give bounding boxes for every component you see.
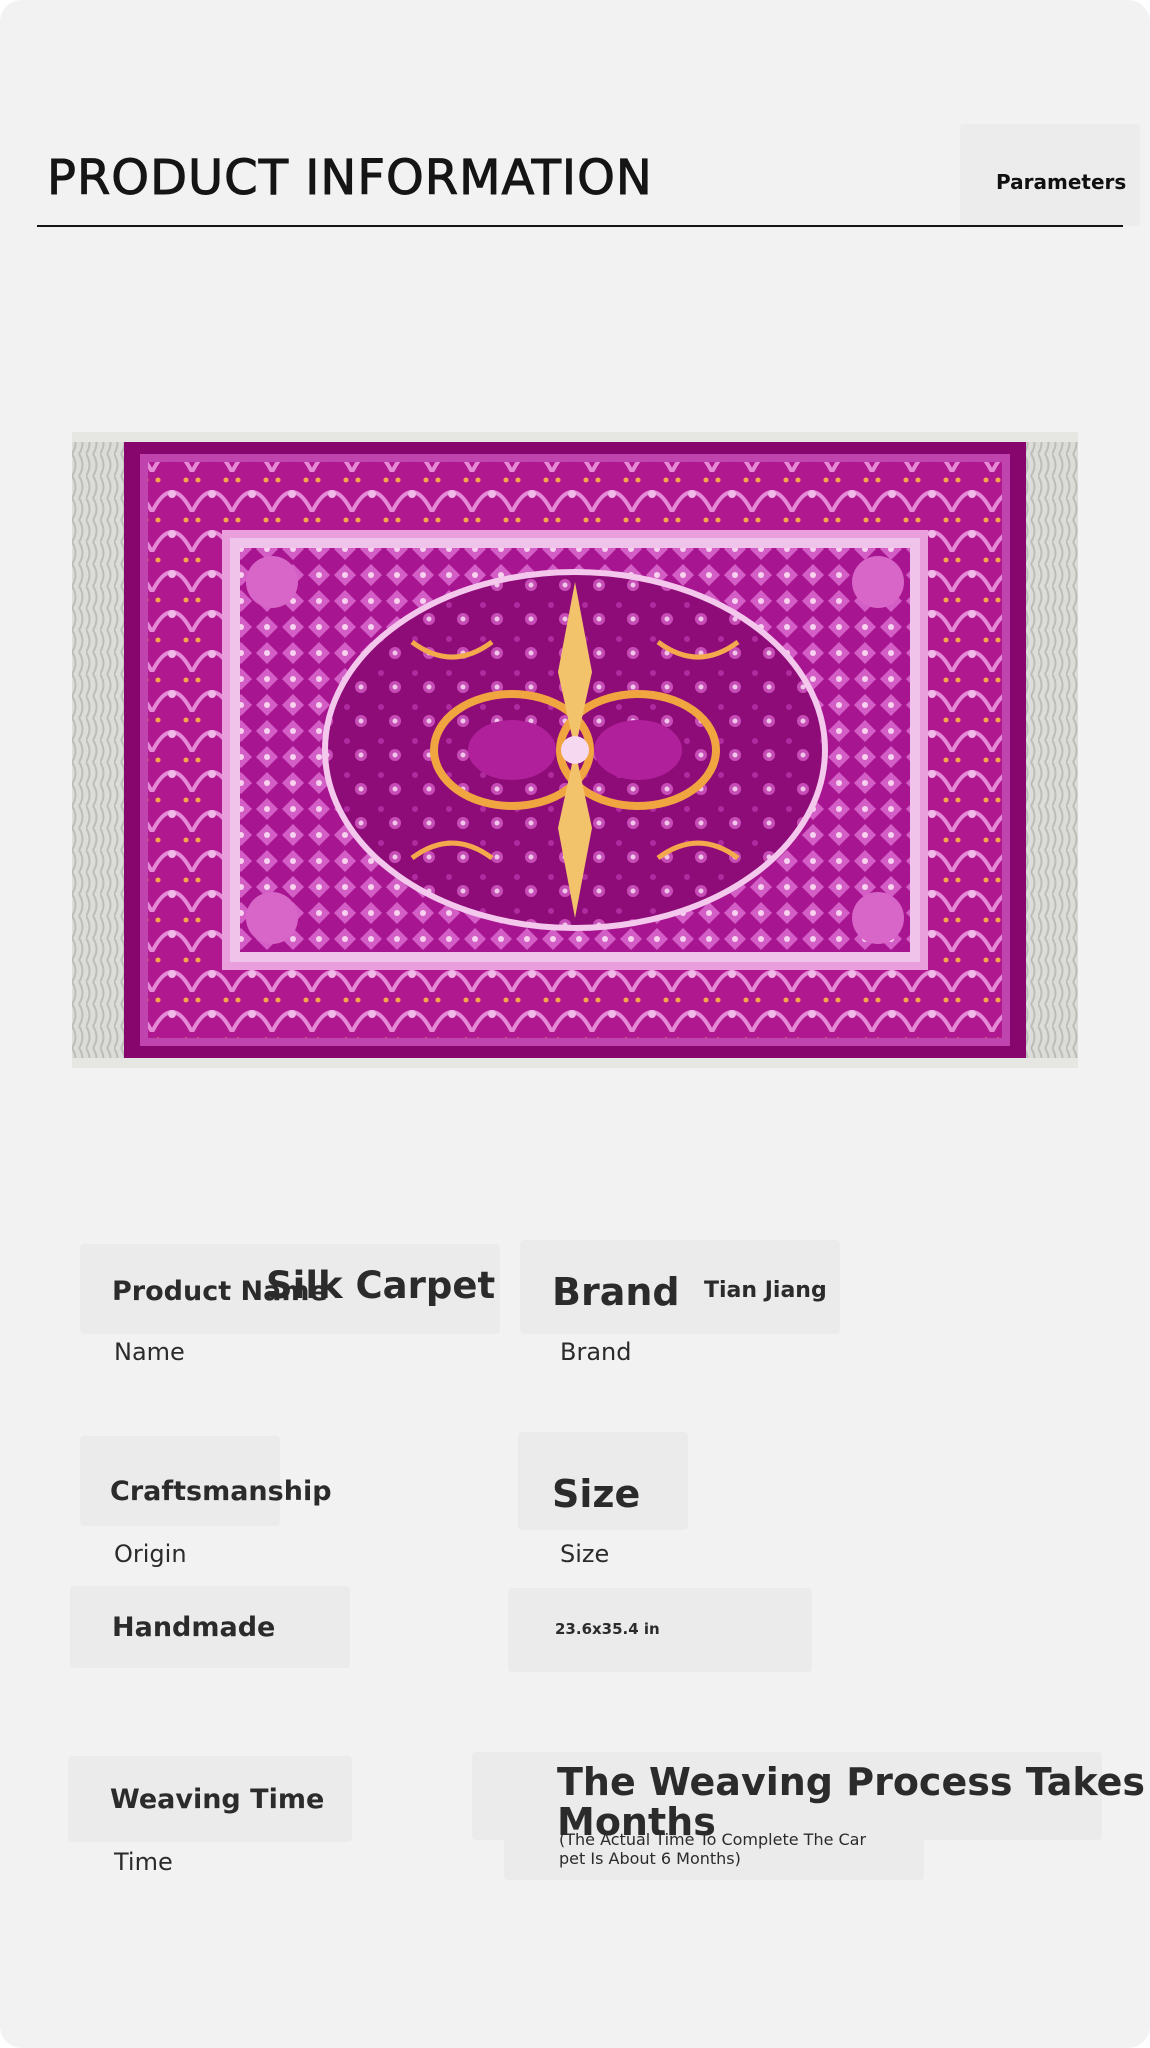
product-name-sublabel: Name xyxy=(114,1338,185,1366)
craftsmanship-label: Craftsmanship xyxy=(110,1476,332,1507)
size-value-card xyxy=(508,1588,812,1672)
weaving-time-value: The Weaving Process Takes Abo xyxy=(557,1760,1150,1804)
craftsmanship-sublabel: Origin xyxy=(114,1540,187,1568)
size-value: 23.6x35.4 in xyxy=(555,1620,660,1638)
weaving-time-note-continued: pet Is About 6 Months) xyxy=(559,1849,741,1868)
product-info-panel: PRODUCT INFORMATION Parameters Product N… xyxy=(0,0,1150,2048)
weaving-time-label: Weaving Time xyxy=(110,1784,325,1815)
product-image xyxy=(72,432,1078,1068)
size-label: Size xyxy=(552,1472,641,1516)
page-title: PRODUCT INFORMATION xyxy=(47,150,653,207)
craftsmanship-value: Handmade xyxy=(112,1612,276,1643)
weaving-time-sublabel: Time xyxy=(114,1848,173,1876)
parameters-tab[interactable]: Parameters xyxy=(996,170,1126,194)
header-divider xyxy=(37,225,1123,227)
weaving-time-note: (The Actual Time To Complete The Car xyxy=(559,1830,867,1849)
brand-value: Tian Jiang xyxy=(704,1278,827,1303)
brand-label: Brand xyxy=(552,1270,680,1314)
brand-sublabel: Brand xyxy=(560,1338,632,1366)
size-sublabel: Size xyxy=(560,1540,610,1568)
product-name-value: Silk Carpet xyxy=(266,1264,496,1307)
